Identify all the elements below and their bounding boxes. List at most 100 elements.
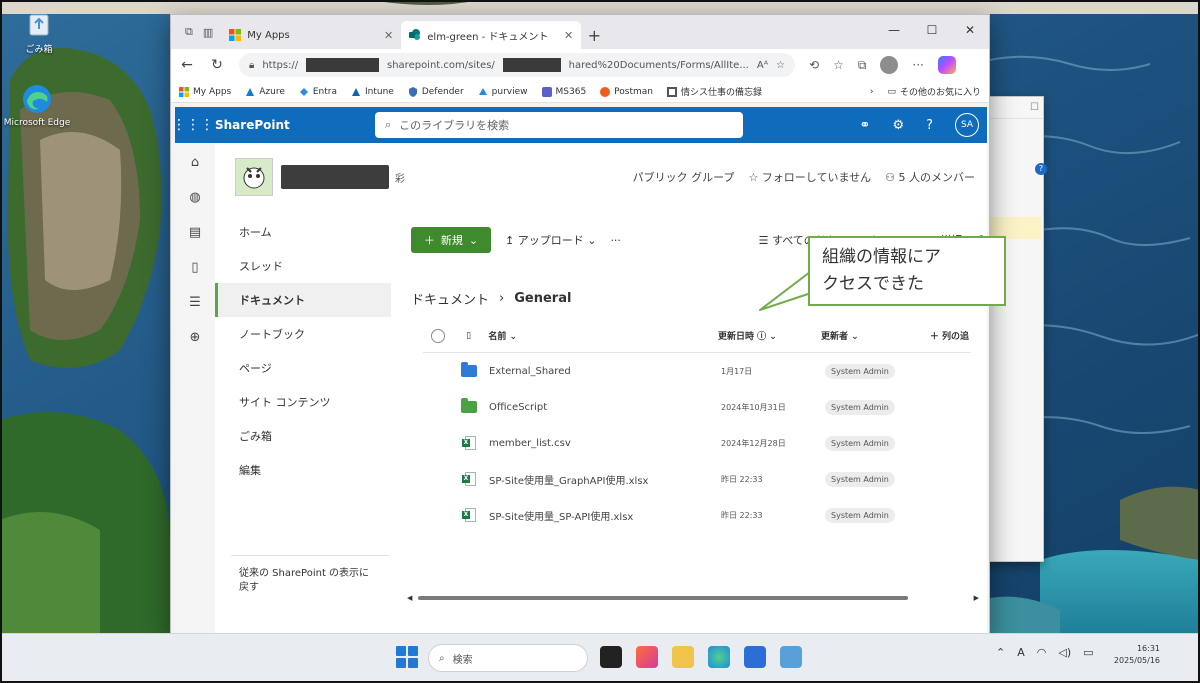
favorite-my-apps[interactable]: My Apps: [179, 86, 231, 97]
task-view-icon[interactable]: [600, 646, 622, 668]
start-button[interactable]: [396, 646, 418, 668]
desktop-icon-edge[interactable]: Microsoft Edge: [2, 82, 72, 128]
other-favorites[interactable]: ▭ その他のお気に入り: [887, 85, 981, 99]
close-tab-icon[interactable]: ✕: [564, 29, 573, 42]
nav-item-recycle-bin[interactable]: ごみ箱: [215, 419, 391, 453]
favorite-defender[interactable]: Defender: [408, 86, 464, 97]
file-name-link[interactable]: SP-Site使用量_SP-API使用.xlsx: [485, 508, 721, 523]
scrollbar-thumb[interactable]: [418, 596, 909, 600]
new-button[interactable]: ＋ 新規 ⌄: [411, 227, 491, 253]
refresh-icon[interactable]: ↻: [209, 57, 225, 73]
tab-my-apps[interactable]: My Apps ✕: [221, 21, 401, 49]
desktop-icon-recycle-bin[interactable]: ごみ箱: [4, 6, 74, 55]
nav-item-home[interactable]: ホーム: [215, 215, 391, 249]
table-row[interactable]: OfficeScript 2024年10月31日 System Admin: [423, 389, 971, 425]
nav-item-documents[interactable]: ドキュメント: [215, 283, 391, 317]
column-header-modified[interactable]: 更新日時 ⓘ ⌄: [718, 329, 821, 342]
create-icon[interactable]: ⊕: [190, 330, 201, 345]
modified-by-pill[interactable]: System Admin: [825, 471, 895, 487]
remote-desktop-icon[interactable]: [780, 646, 802, 668]
workspaces-icon[interactable]: ⧉: [185, 25, 193, 39]
avatar[interactable]: SA: [955, 113, 979, 137]
favorite-ms365[interactable]: MS365: [541, 86, 586, 97]
clock[interactable]: 16:31 2025/05/16: [1104, 643, 1160, 667]
modified-by-pill[interactable]: System Admin: [825, 399, 895, 415]
taskbar-search[interactable]: ⌕ 検索: [428, 644, 588, 672]
ime-indicator[interactable]: A: [1017, 646, 1025, 659]
column-header-name[interactable]: 名前 ⌄: [484, 329, 718, 342]
nav-item-site-contents[interactable]: サイト コンテンツ: [215, 385, 391, 419]
news-icon[interactable]: ▤: [189, 225, 201, 240]
home-icon[interactable]: ⌂: [191, 155, 199, 170]
tab-sharepoint-documents[interactable]: elm-green - ドキュメント ✕: [401, 21, 582, 49]
table-row[interactable]: X SP-Site使用量_SP-API使用.xlsx 昨日 22:33 System …: [423, 497, 971, 533]
gear-icon[interactable]: ⚙: [892, 118, 904, 133]
upload-button[interactable]: ↥ アップロード ⌄: [505, 232, 596, 248]
table-row[interactable]: X SP-Site使用量_GraphAPI使用.xlsx 昨日 22:33 Syste…: [423, 461, 971, 497]
help-icon[interactable]: ?: [926, 118, 933, 133]
share-icon[interactable]: ⚭: [860, 118, 871, 133]
favorite-star-icon[interactable]: ☆: [776, 60, 785, 71]
more-commands-button[interactable]: ···: [610, 234, 621, 247]
modified-by-pill[interactable]: System Admin: [825, 507, 895, 523]
profile-avatar[interactable]: [880, 56, 899, 74]
url-field[interactable]: 🔒︎ https:// sharepoint.com/sites/hared%20…: [239, 53, 795, 77]
edge-icon[interactable]: [708, 646, 730, 668]
favorite-blog[interactable]: 情シス仕事の備忘録: [667, 85, 762, 98]
copilot-icon[interactable]: [937, 56, 956, 74]
column-header-modified-by[interactable]: 更新者 ⌄: [821, 329, 930, 342]
copilot-app-icon[interactable]: [636, 646, 658, 668]
favorite-purview[interactable]: purview: [478, 87, 528, 97]
modified-by-pill[interactable]: System Admin: [825, 435, 895, 451]
app-launcher-icon[interactable]: ⋮⋮⋮: [172, 117, 214, 133]
new-tab-button[interactable]: +: [581, 21, 607, 49]
vertical-tabs-icon[interactable]: ▥: [203, 26, 213, 39]
close-tab-icon[interactable]: ✕: [384, 29, 393, 42]
file-name-link[interactable]: OfficeScript: [485, 402, 721, 413]
return-to-classic-link[interactable]: 従来の SharePoint の表示に戻す: [239, 567, 379, 595]
table-row[interactable]: External_Shared 1月17日 System Admin: [423, 353, 971, 389]
favorites-icon[interactable]: ☆: [833, 58, 844, 72]
wifi-icon[interactable]: ◠: [1037, 646, 1047, 659]
back-icon[interactable]: ←: [179, 57, 195, 73]
maximize-icon[interactable]: ☐: [1030, 102, 1039, 113]
file-name-link[interactable]: SP-Site使用量_GraphAPI使用.xlsx: [485, 472, 721, 487]
search-input[interactable]: ⌕ このライブラリを検索: [375, 112, 743, 138]
store-icon[interactable]: [744, 646, 766, 668]
read-aloud-icon[interactable]: Aᴬ: [757, 60, 768, 71]
site-logo[interactable]: [235, 158, 273, 196]
lists-icon[interactable]: ☰: [189, 295, 201, 310]
file-icon[interactable]: ▯: [191, 260, 198, 275]
maximize-icon[interactable]: ☐: [913, 15, 951, 45]
chevron-up-icon[interactable]: ⌃: [996, 646, 1005, 659]
select-all-checkbox[interactable]: [430, 328, 445, 343]
favorite-azure[interactable]: Azure: [245, 87, 285, 97]
nav-item-notebook[interactable]: ノートブック: [215, 317, 391, 351]
globe-icon[interactable]: ◍: [189, 190, 200, 205]
close-window-icon[interactable]: ✕: [951, 15, 989, 45]
file-name-link[interactable]: member_list.csv: [485, 438, 721, 449]
app-name[interactable]: SharePoint: [211, 118, 375, 132]
battery-icon[interactable]: ▭: [1083, 646, 1093, 659]
nav-item-edit[interactable]: 編集: [215, 453, 391, 487]
chevron-right-icon[interactable]: ›: [870, 87, 874, 97]
follow-button[interactable]: ☆ フォローしていません: [748, 169, 871, 185]
collections-icon[interactable]: ⧉: [858, 58, 867, 73]
table-row[interactable]: Xmember_list.csv 2024年12月28日 System Admin: [423, 425, 971, 461]
minimize-icon[interactable]: —: [875, 15, 913, 45]
file-name-link[interactable]: External_Shared: [485, 366, 721, 377]
scroll-left-icon[interactable]: ◀: [407, 594, 412, 602]
favorite-intune[interactable]: Intune: [351, 87, 394, 97]
breadcrumb-parent[interactable]: ドキュメント: [411, 289, 489, 308]
favorite-entra[interactable]: Entra: [299, 87, 337, 97]
favorite-postman[interactable]: Postman: [600, 86, 653, 97]
more-menu-icon[interactable]: ···: [912, 58, 923, 72]
help-icon[interactable]: ?: [1035, 163, 1047, 175]
file-type-header-icon[interactable]: ▯: [466, 331, 471, 341]
nav-item-threads[interactable]: スレッド: [215, 249, 391, 283]
nav-item-pages[interactable]: ページ: [215, 351, 391, 385]
members-button[interactable]: ⚇ 5 人のメンバー: [885, 169, 975, 185]
file-explorer-icon[interactable]: [672, 646, 694, 668]
add-column-button[interactable]: ＋ 列の追: [930, 329, 971, 342]
split-screen-icon[interactable]: ⟲: [809, 58, 819, 72]
